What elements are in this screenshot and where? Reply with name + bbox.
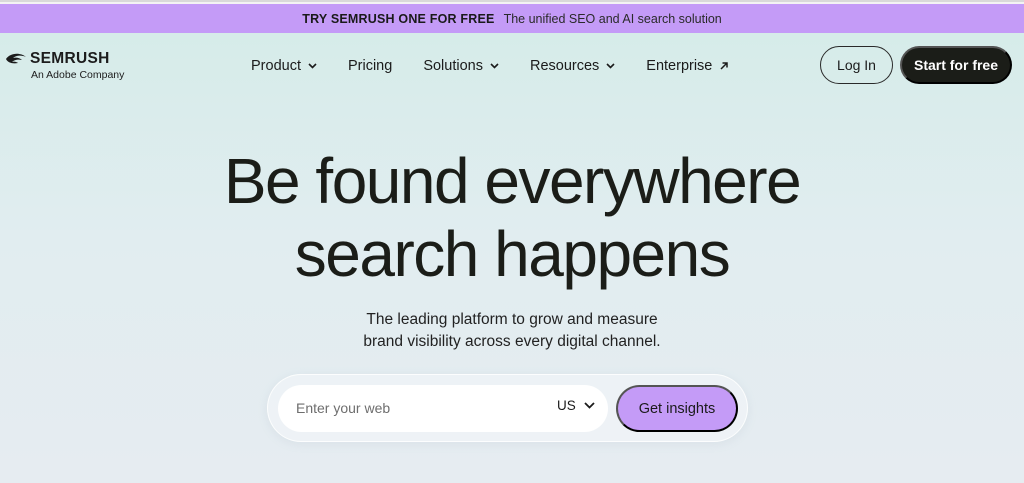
start-free-button[interactable]: Start for free <box>900 46 1012 84</box>
hero-section: SEMRUSH An Adobe Company Product Pricing… <box>0 33 1024 483</box>
chevron-down-icon <box>308 63 317 69</box>
hero-headline-line2: search happens <box>294 218 731 290</box>
hero-headline-line1: Be found everywhere <box>223 145 802 217</box>
domain-search-field: US <box>278 385 608 432</box>
domain-search-form: US Get insights <box>267 374 748 442</box>
nav-enterprise[interactable]: Enterprise <box>646 58 729 74</box>
get-insights-button[interactable]: Get insights <box>616 385 738 432</box>
hero-headline: Be found everywhere search happens <box>0 145 1024 291</box>
external-arrow-icon <box>720 62 729 70</box>
chevron-down-icon <box>490 63 499 69</box>
hero-subheading-line2: brand visibility across every digital ch… <box>363 333 661 350</box>
chevron-down-icon <box>606 63 615 69</box>
login-button[interactable]: Log In <box>820 46 893 84</box>
semrush-logo[interactable]: SEMRUSH An Adobe Company <box>4 50 134 84</box>
nav-pricing[interactable]: Pricing <box>348 58 392 74</box>
semrush-fireball-icon <box>6 53 26 64</box>
nav-pricing-label: Pricing <box>347 58 393 74</box>
nav-enterprise-label: Enterprise <box>646 58 713 74</box>
domain-input[interactable] <box>296 397 516 419</box>
country-select-value: US <box>557 398 576 413</box>
chevron-down-icon <box>584 402 595 409</box>
main-nav: Product Pricing Solutions Resources Ente… <box>251 56 760 76</box>
promo-banner[interactable]: TRY SEMRUSH ONE FOR FREE The unified SEO… <box>0 4 1024 33</box>
country-select[interactable]: US <box>557 398 595 413</box>
nav-resources-label: Resources <box>529 58 600 74</box>
nav-product[interactable]: Product <box>251 58 317 74</box>
nav-solutions-label: Solutions <box>423 58 483 74</box>
nav-product-label: Product <box>251 58 301 74</box>
logo-wordmark: SEMRUSH <box>30 50 110 67</box>
promo-cta[interactable]: TRY SEMRUSH ONE FOR FREE <box>302 12 494 26</box>
page-frame: TRY SEMRUSH ONE FOR FREE The unified SEO… <box>0 0 1024 483</box>
nav-solutions[interactable]: Solutions <box>423 58 499 74</box>
nav-resources[interactable]: Resources <box>530 58 615 74</box>
hero-subheading: The leading platform to grow and measure… <box>0 309 1024 353</box>
promo-text: The unified SEO and AI search solution <box>503 11 722 26</box>
logo-subtitle: An Adobe Company <box>31 69 125 81</box>
hero-subheading-line1: The leading platform to grow and measure <box>366 311 658 328</box>
